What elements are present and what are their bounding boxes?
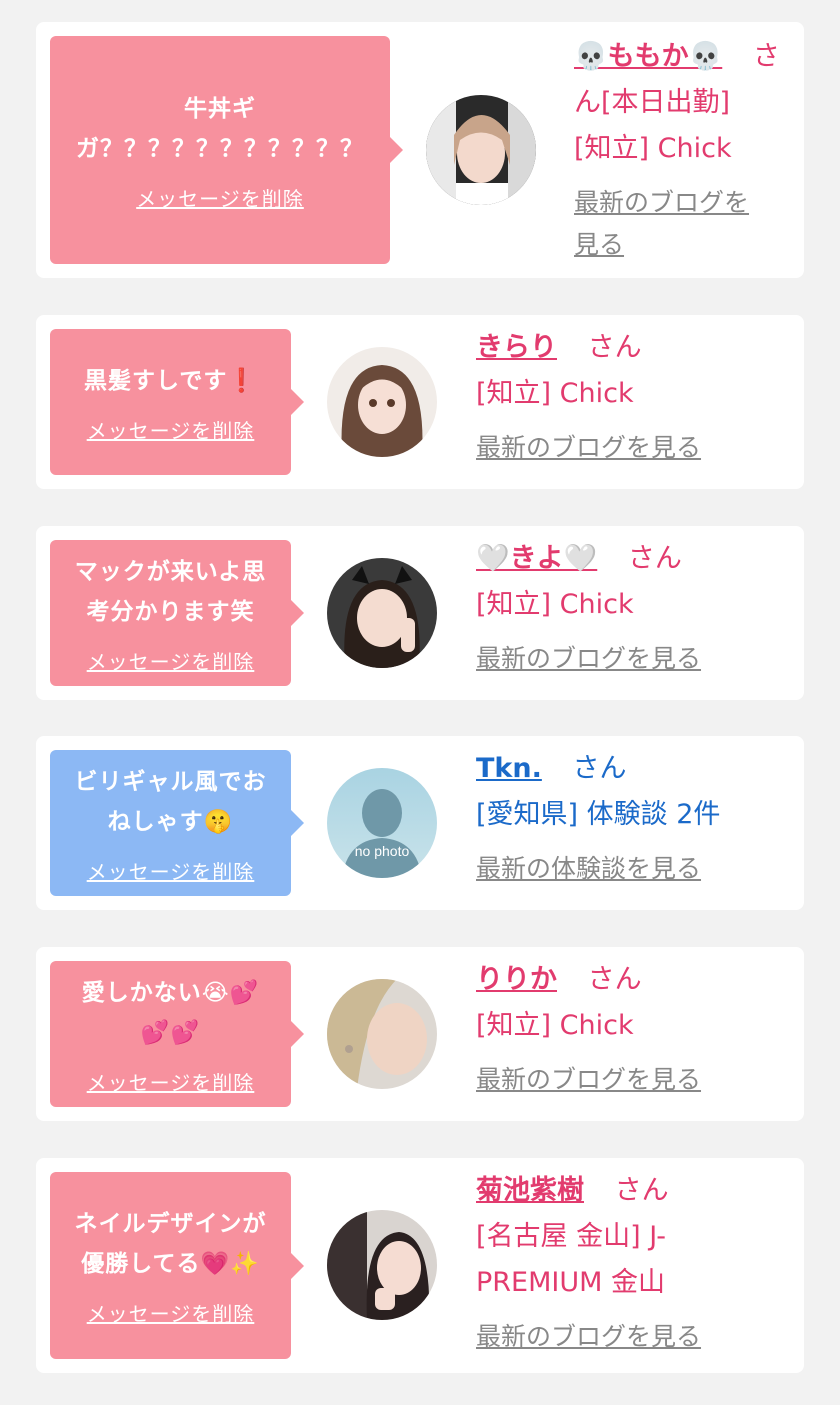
honorific: さん — [587, 964, 642, 995]
delete-message-link[interactable]: メッセージを削除 — [87, 1067, 255, 1096]
latest-blog-link[interactable]: 最新のブログを見る — [476, 427, 796, 469]
profile-info: 🤍きよ🤍 さん [知立] Chick 最新のブログを見る — [476, 536, 796, 680]
profile-info: 💀ももか💀 さ ん[本日出勤] [知立] Chick 最新のブログを 見る — [574, 34, 792, 266]
latest-blog-link[interactable]: 最新のブログを見る — [476, 638, 796, 680]
review-info: [愛知県] 体験談 2件 — [476, 799, 721, 830]
girl-name-link[interactable]: きらり — [476, 332, 557, 363]
message-bubble: 黒髪すしです❗ メッセージを削除 — [50, 329, 304, 475]
message-card: 愛しかない😭💕 💕💕 メッセージを削除 りりか さん [知立] Chick 最新… — [36, 947, 804, 1121]
girl-name-link[interactable]: 💀ももか💀 — [574, 41, 722, 72]
honorific: さん — [614, 1175, 669, 1206]
message-text: マックが来いよ思 考分かります笑 — [74, 558, 267, 625]
delete-message-link[interactable]: メッセージを削除 — [136, 183, 304, 212]
girl-name-link[interactable]: 菊池紫樹 — [476, 1175, 584, 1206]
avatar[interactable] — [426, 95, 536, 205]
delete-message-link[interactable]: メッセージを削除 — [87, 856, 255, 885]
message-text: 牛丼ギ ガ？？？？？？？？？？？ — [76, 95, 364, 162]
message-text: ビリギャル風でお ねしゃす🤫 — [74, 768, 267, 835]
shop-name: [知立] Chick — [476, 378, 634, 409]
message-bubble: 牛丼ギ ガ？？？？？？？？？？？ メッセージを削除 — [50, 36, 403, 264]
message-bubble: ネイルデザインが 優勝してる💗✨ メッセージを削除 — [50, 1172, 304, 1359]
latest-blog-link[interactable]: 最新のブログを 見る — [574, 182, 792, 266]
shop-name: [知立] Chick — [476, 1010, 634, 1041]
message-card: マックが来いよ思 考分かります笑 メッセージを削除 🤍きよ🤍 さん [知立] C… — [36, 526, 804, 700]
message-card: 牛丼ギ ガ？？？？？？？？？？？ メッセージを削除 💀ももか💀 さ ん[本日出勤… — [36, 22, 804, 278]
girl-name-link[interactable]: りりか — [476, 964, 557, 995]
avatar[interactable] — [327, 347, 437, 457]
message-bubble: ビリギャル風でお ねしゃす🤫 メッセージを削除 — [50, 750, 304, 896]
profile-info: りりか さん [知立] Chick 最新のブログを見る — [476, 957, 796, 1101]
profile-info: Tkn. さん [愛知県] 体験談 2件 最新の体験談を見る — [476, 746, 796, 890]
honorific: さん — [572, 753, 627, 784]
message-bubble: 愛しかない😭💕 💕💕 メッセージを削除 — [50, 961, 304, 1107]
avatar[interactable] — [327, 979, 437, 1089]
message-card: ビリギャル風でお ねしゃす🤫 メッセージを削除 no photo Tkn. さん… — [36, 736, 804, 910]
delete-message-link[interactable]: メッセージを削除 — [87, 415, 255, 444]
delete-message-link[interactable]: メッセージを削除 — [87, 646, 255, 675]
avatar[interactable]: no photo — [327, 768, 437, 878]
latest-blog-link[interactable]: 最新のブログを見る — [476, 1059, 796, 1101]
shop-name: [知立] Chick — [476, 589, 634, 620]
latest-review-link[interactable]: 最新の体験談を見る — [476, 848, 796, 890]
honorific: さ — [752, 41, 780, 72]
shop-name: [知立] Chick — [574, 133, 732, 164]
girl-name-link[interactable]: 🤍きよ🤍 — [476, 543, 597, 574]
message-text: ネイルデザインが 優勝してる💗✨ — [74, 1211, 267, 1277]
shop-name: [名古屋 金山] J- PREMIUM 金山 — [476, 1221, 666, 1298]
message-card: ネイルデザインが 優勝してる💗✨ メッセージを削除 菊池紫樹 さん [名古屋 金… — [36, 1158, 804, 1373]
no-photo-label: no photo — [355, 843, 410, 859]
latest-blog-link[interactable]: 最新のブログを見る — [476, 1316, 796, 1358]
status-text: ん[本日出勤] — [574, 87, 731, 118]
message-bubble: マックが来いよ思 考分かります笑 メッセージを削除 — [50, 540, 304, 686]
avatar[interactable] — [327, 558, 437, 668]
user-name-link[interactable]: Tkn. — [476, 753, 542, 784]
honorific: さん — [627, 543, 682, 574]
honorific: さん — [587, 332, 642, 363]
profile-info: きらり さん [知立] Chick 最新のブログを見る — [476, 325, 796, 469]
profile-info: 菊池紫樹 さん [名古屋 金山] J- PREMIUM 金山 最新のブログを見る — [476, 1168, 796, 1358]
avatar[interactable] — [327, 1210, 437, 1320]
message-card: 黒髪すしです❗ メッセージを削除 きらり さん [知立] Chick 最新のブロ… — [36, 315, 804, 489]
delete-message-link[interactable]: メッセージを削除 — [87, 1298, 255, 1327]
message-text: 黒髪すしです❗ — [84, 367, 257, 394]
message-text: 愛しかない😭💕 💕💕 — [81, 979, 260, 1046]
